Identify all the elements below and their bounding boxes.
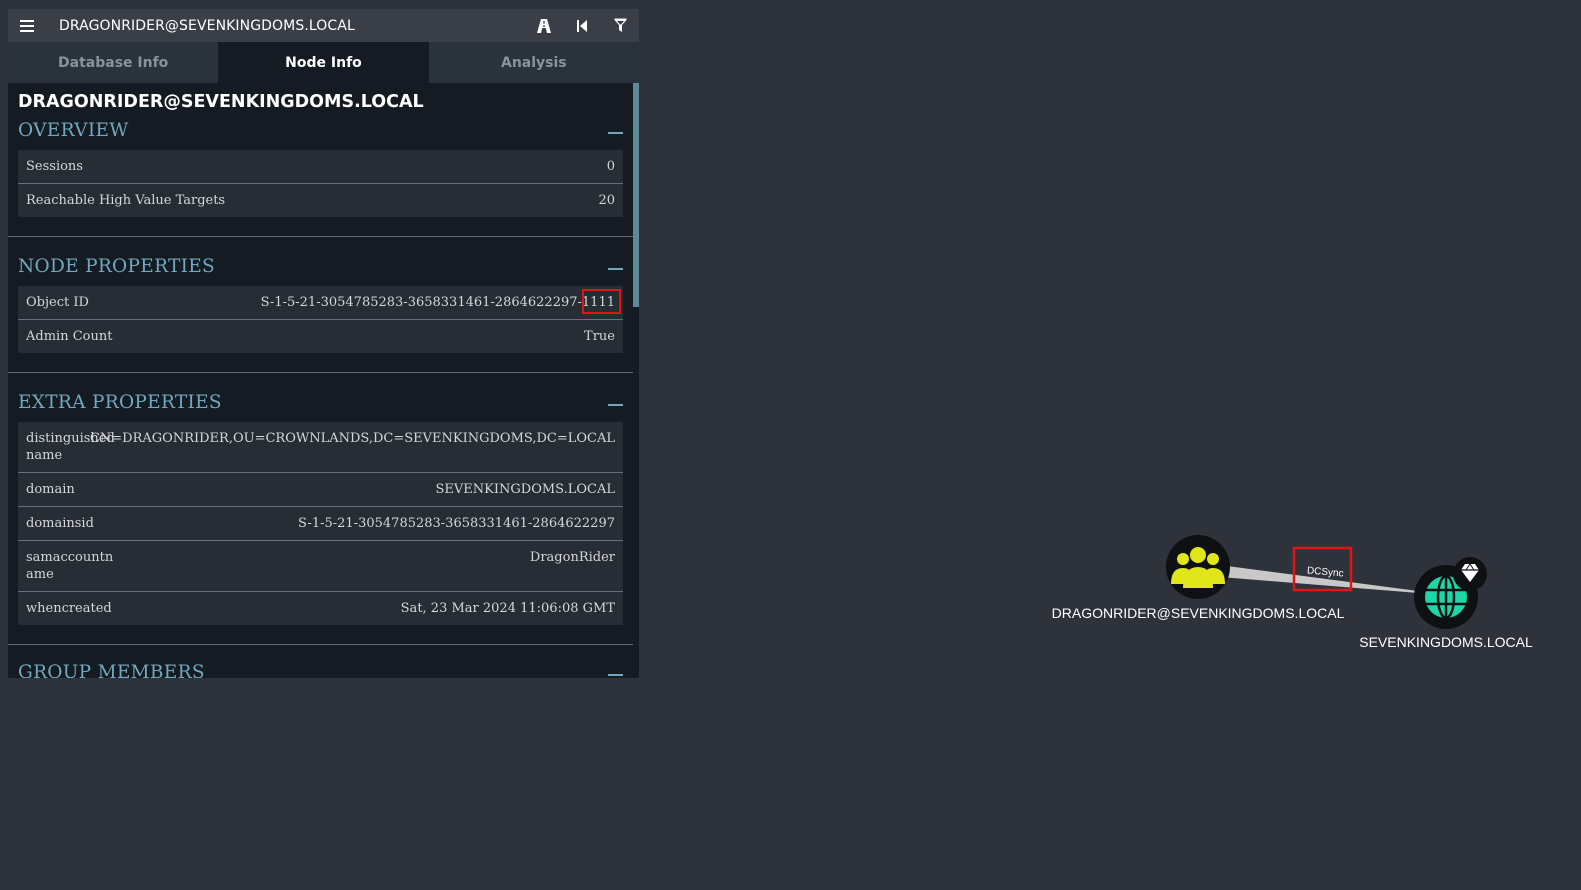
domain-node-label: SEVENKINGDOMS.LOCAL — [1359, 634, 1533, 650]
property-value: 20 — [598, 193, 615, 208]
property-row-domainsid[interactable]: domainsid S-1-5-21-3054785283-3658331461… — [18, 507, 623, 541]
property-value: SEVENKINGDOMS.LOCAL — [435, 482, 615, 497]
tab-bar: Database Info Node Info Analysis — [8, 42, 639, 83]
scrollbar-thumb[interactable] — [633, 83, 639, 307]
overview-header: OVERVIEW — [18, 120, 623, 146]
extra-properties-collapse-icon[interactable] — [608, 404, 623, 406]
tab-analysis[interactable]: Analysis — [428, 42, 639, 83]
high-value-diamond-icon — [1453, 557, 1487, 591]
property-row-object-id[interactable]: Object ID S-1-5-21-3054785283-3658331461… — [18, 286, 623, 320]
extra-properties-title: EXTRA PROPERTIES — [18, 392, 222, 413]
group-members-title: GROUP MEMBERS — [18, 662, 205, 678]
node-info-panel: DRAGONRIDER@SEVENKINGDOMS.LOCAL OVERVIEW… — [8, 83, 639, 678]
scrollbar[interactable] — [633, 83, 639, 678]
tab-node-info[interactable]: Node Info — [218, 42, 429, 83]
node-properties-title: NODE PROPERTIES — [18, 256, 215, 277]
property-key: domainsid — [26, 516, 94, 531]
node-title: DRAGONRIDER@SEVENKINGDOMS.LOCAL — [18, 92, 424, 112]
search-input[interactable]: DRAGONRIDER@SEVENKINGDOMS.LOCAL — [46, 18, 525, 34]
menu-button[interactable] — [8, 9, 46, 42]
property-row-admin-count[interactable]: Admin Count True — [18, 320, 623, 353]
domain-node[interactable] — [1414, 557, 1487, 629]
group-node[interactable] — [1166, 535, 1230, 599]
property-key: Sessions — [26, 159, 83, 174]
section-divider — [8, 236, 633, 237]
property-key: whencreated — [26, 601, 112, 616]
node-properties-collapse-icon[interactable] — [608, 268, 623, 270]
property-row-domain[interactable]: domain SEVENKINGDOMS.LOCAL — [18, 473, 623, 507]
property-key: domain — [26, 482, 75, 497]
section-divider — [8, 372, 633, 373]
property-value: 0 — [606, 159, 615, 174]
back-icon — [577, 19, 587, 32]
tab-database-info[interactable]: Database Info — [8, 42, 219, 83]
property-row-distinguished-name[interactable]: distinguished name CN=DRAGONRIDER,OU=CRO… — [18, 422, 623, 473]
property-value: True — [584, 329, 615, 344]
property-value: S-1-5-21-3054785283-3658331461-286462229… — [298, 516, 615, 531]
pathfinding-button[interactable] — [525, 9, 563, 42]
property-row-sessions[interactable]: Sessions 0 — [18, 150, 623, 184]
highlight-box — [582, 289, 621, 314]
filter-icon — [614, 18, 626, 32]
group-node-label: DRAGONRIDER@SEVENKINGDOMS.LOCAL — [1051, 605, 1345, 621]
overview-title: OVERVIEW — [18, 120, 129, 141]
menu-icon — [20, 19, 34, 32]
group-members-collapse-icon[interactable] — [608, 674, 623, 676]
filter-button[interactable] — [601, 9, 639, 42]
node-properties-header: NODE PROPERTIES — [18, 256, 623, 282]
property-key: Object ID — [26, 295, 89, 310]
property-row-reachable-hvt[interactable]: Reachable High Value Targets 20 — [18, 184, 623, 217]
back-button[interactable] — [563, 9, 601, 42]
property-value: Sat, 23 Mar 2024 11:06:08 GMT — [400, 601, 615, 616]
overview-collapse-icon[interactable] — [608, 132, 623, 134]
property-row-samaccountname[interactable]: samaccountn ame DragonRider — [18, 541, 623, 592]
property-value: CN=DRAGONRIDER,OU=CROWNLANDS,DC=SEVENKIN… — [89, 431, 615, 446]
property-value: S-1-5-21-3054785283-3658331461-286462229… — [260, 295, 615, 310]
pathfinding-icon — [537, 18, 551, 33]
group-members-header: GROUP MEMBERS — [18, 662, 623, 678]
search-bar: DRAGONRIDER@SEVENKINGDOMS.LOCAL — [8, 9, 639, 42]
property-key: Reachable High Value Targets — [26, 193, 226, 208]
extra-properties-header: EXTRA PROPERTIES — [18, 392, 623, 418]
property-row-whencreated[interactable]: whencreated Sat, 23 Mar 2024 11:06:08 GM… — [18, 592, 623, 625]
section-divider — [8, 644, 633, 645]
property-value: DragonRider — [529, 550, 615, 565]
property-key: samaccountn ame — [26, 550, 114, 582]
property-key: Admin Count — [26, 329, 113, 344]
